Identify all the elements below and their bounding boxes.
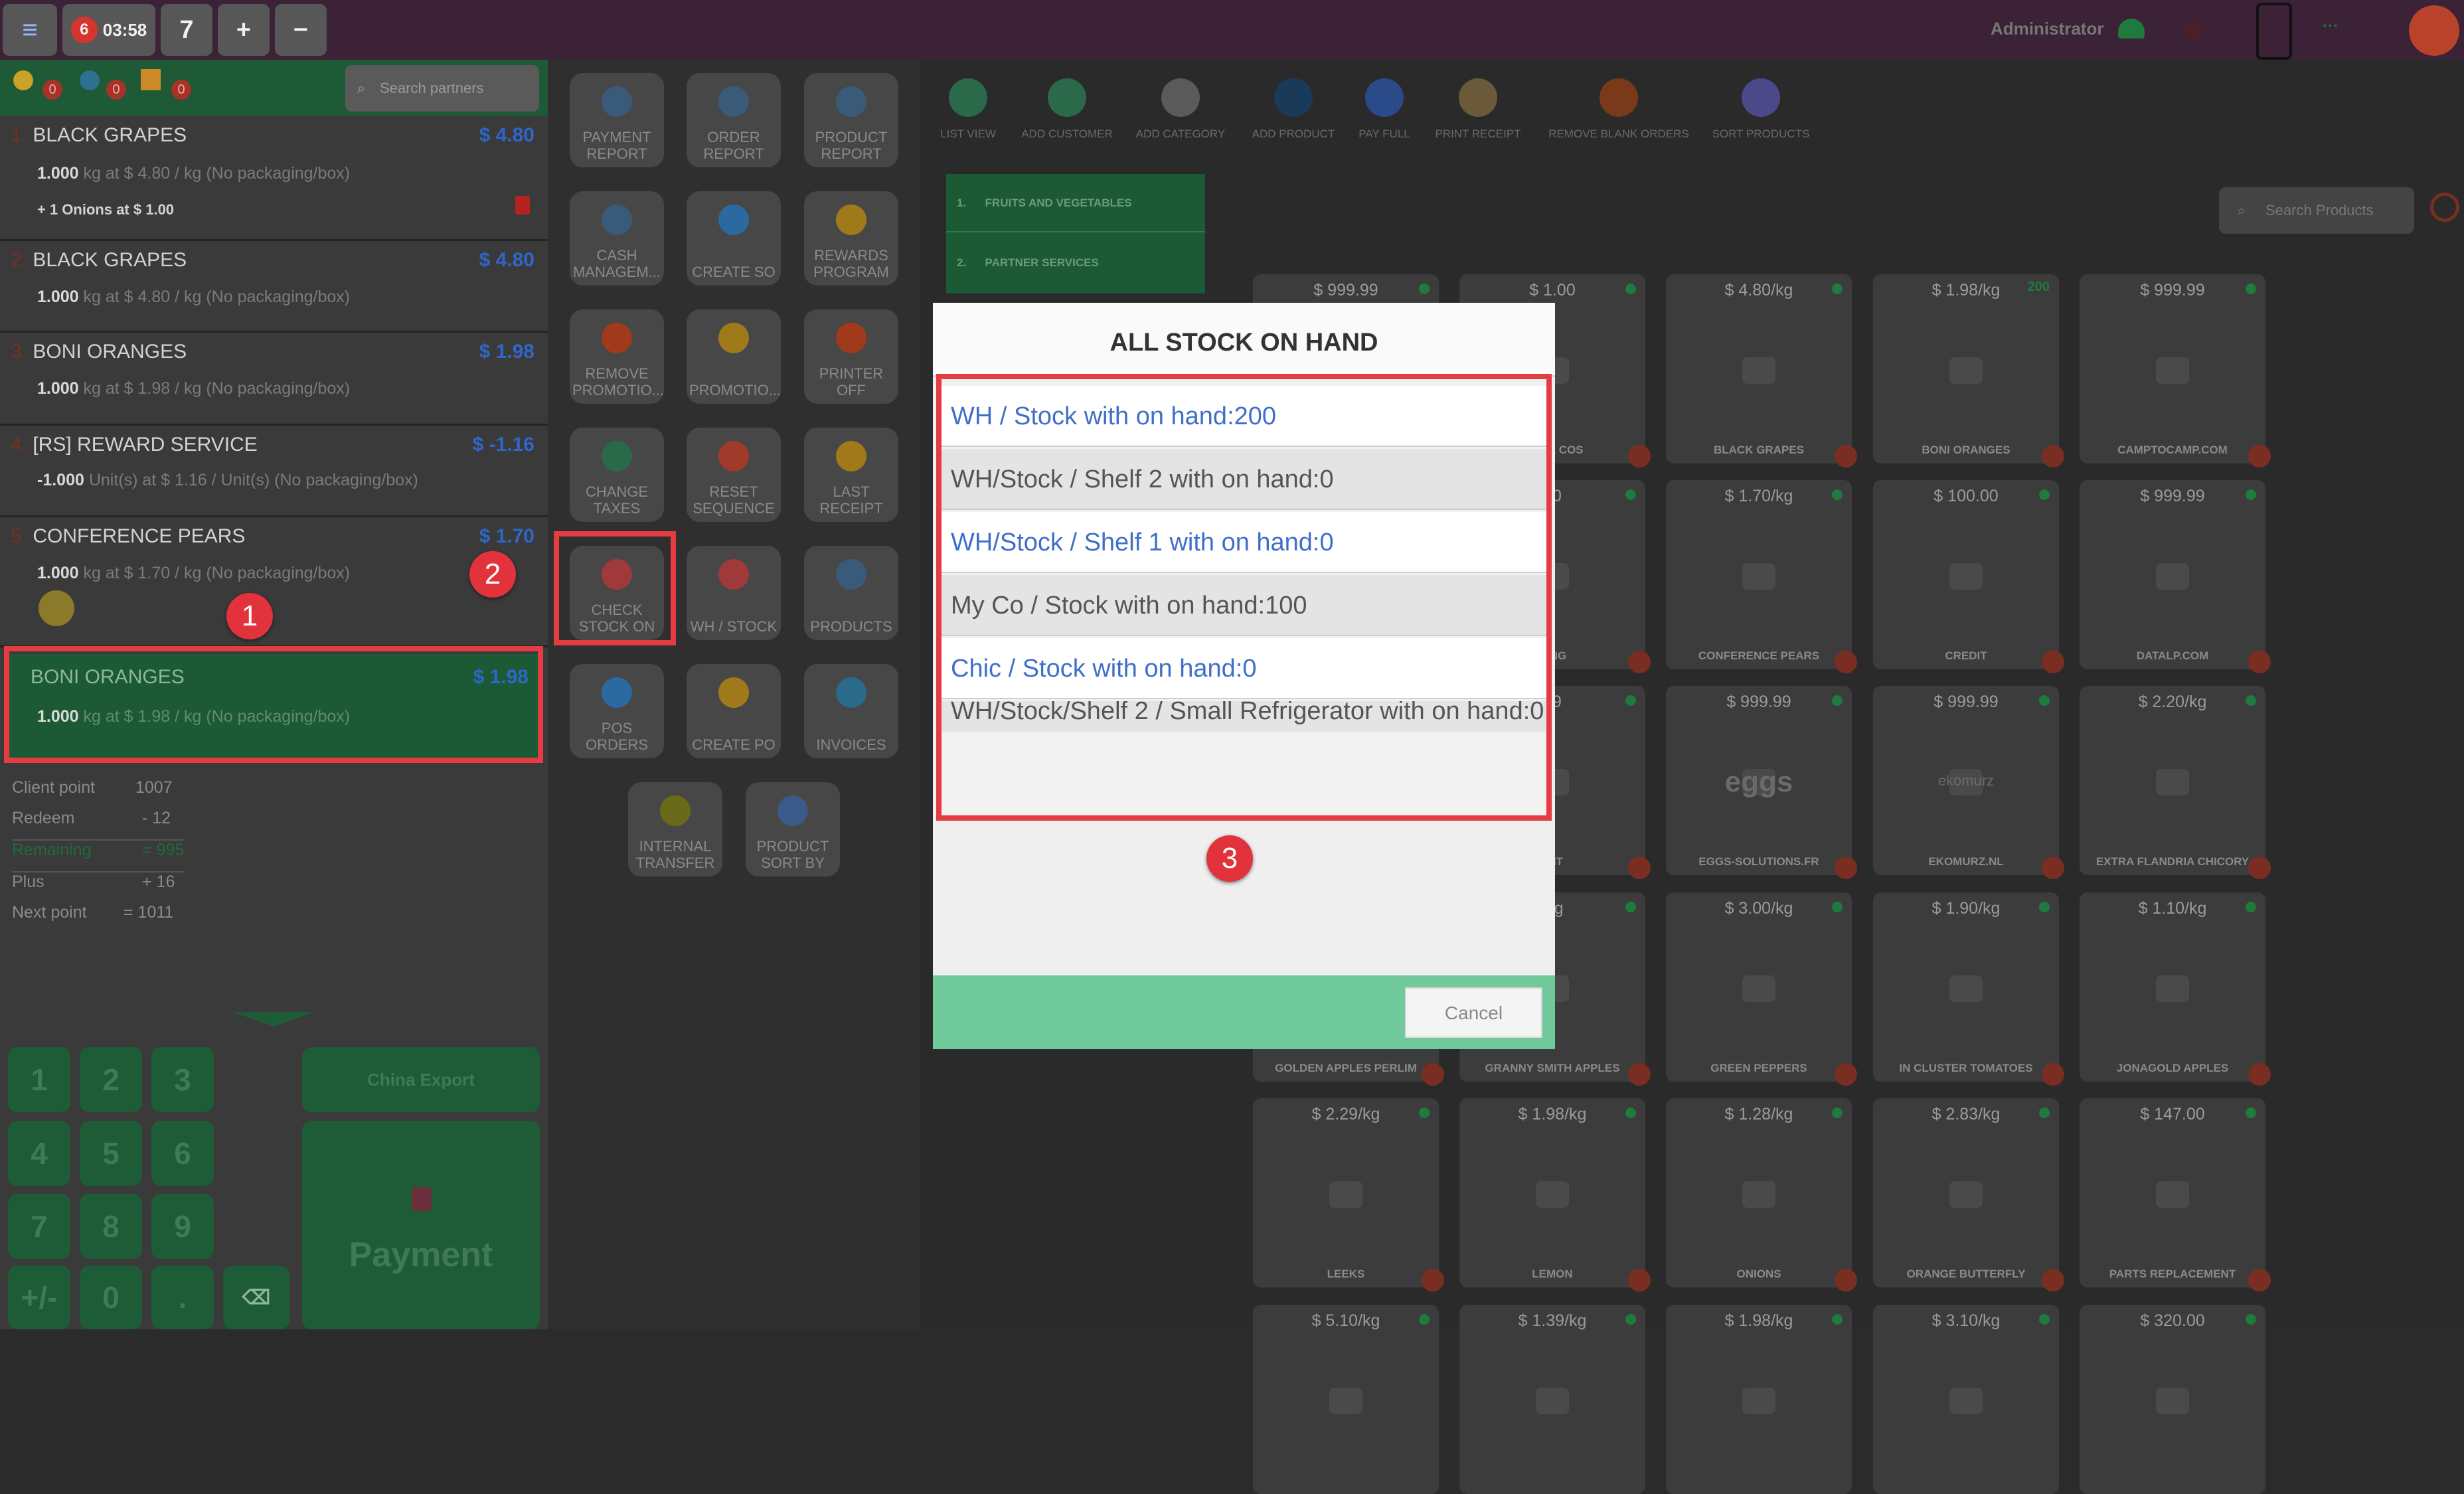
dialog-title: ALL STOCK ON HAND (933, 303, 1555, 377)
product-card[interactable]: $ 320.00 (2080, 1305, 2265, 1494)
order-tab-7[interactable]: 7 (161, 4, 212, 56)
new-order-button[interactable]: + (218, 4, 270, 56)
product-card[interactable]: $ 3.10/kg (1873, 1305, 2059, 1494)
product-card[interactable]: $ 5.10/kg (1253, 1305, 1439, 1494)
top-bar: ≡ 6 03:58 7 + − Administrator ··· (0, 0, 2464, 60)
plus-icon: + (236, 15, 252, 44)
hamburger-icon: ≡ (22, 15, 38, 44)
order-count-badge: 6 (70, 17, 98, 43)
highlight-box-check-stock (554, 531, 676, 645)
sync-label: ··· (2323, 17, 2339, 35)
product-image (1329, 1388, 1362, 1414)
product-image (1536, 1388, 1569, 1414)
delete-order-button[interactable]: − (275, 4, 327, 56)
annotation-marker-1: 1 (226, 593, 273, 639)
product-image (2156, 1388, 2189, 1414)
status-icon (2184, 20, 2203, 39)
annotation-marker-2: 2 (469, 551, 516, 598)
order-number: 7 (179, 15, 194, 44)
product-image (1949, 1388, 1983, 1414)
phone-icon[interactable] (2256, 3, 2292, 60)
product-card[interactable]: $ 1.98/kg (1666, 1305, 1852, 1494)
menu-button[interactable]: ≡ (3, 4, 57, 56)
annotation-marker-3: 3 (1206, 835, 1253, 882)
product-image (1742, 1388, 1775, 1414)
order-time: 03:58 (102, 19, 147, 40)
minus-icon: − (293, 15, 309, 44)
highlight-box-selected-line (4, 646, 543, 763)
cancel-button[interactable]: Cancel (1405, 987, 1542, 1038)
order-tab-active[interactable]: 6 03:58 (62, 4, 155, 56)
product-card[interactable]: $ 1.39/kg (1459, 1305, 1645, 1494)
wifi-icon (2118, 19, 2145, 39)
avatar[interactable] (2409, 5, 2459, 56)
highlight-box-stock-list (936, 374, 1552, 821)
user-name: Administrator (1991, 19, 2104, 39)
